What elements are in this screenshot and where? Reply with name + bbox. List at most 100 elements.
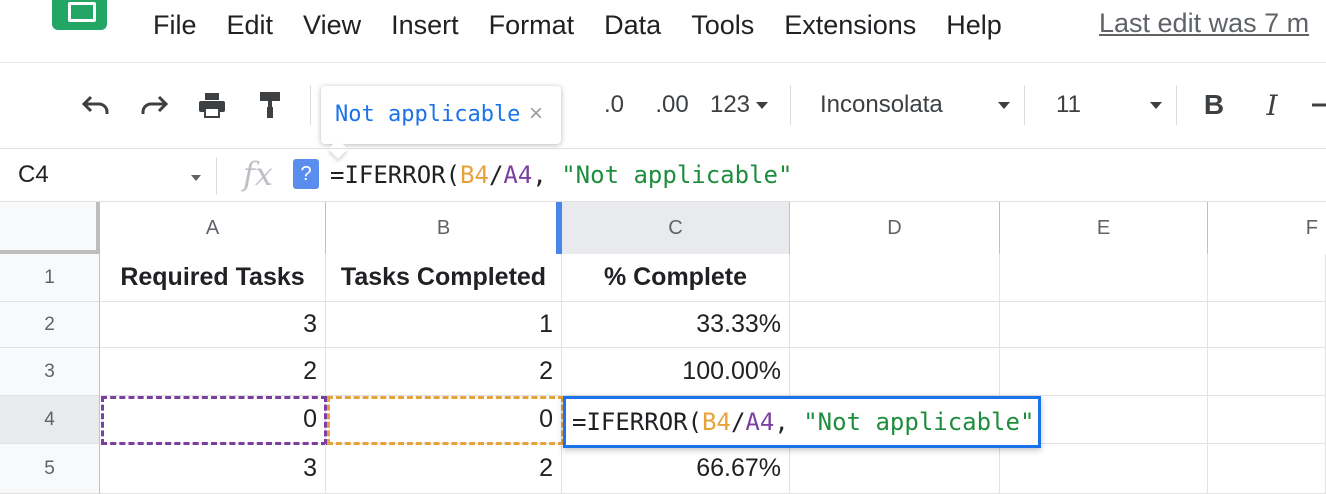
column-resize-handle[interactable] — [556, 202, 562, 254]
more-formats-button[interactable]: 123 — [704, 85, 774, 125]
tooltip-text: Not applicable — [335, 102, 521, 127]
reference-highlight-a4 — [101, 396, 327, 445]
menu-help[interactable]: Help — [931, 10, 1017, 41]
italic-button[interactable]: I — [1254, 85, 1290, 125]
cell-e2[interactable] — [1000, 302, 1208, 348]
cell-f3[interactable] — [1208, 348, 1326, 396]
cell-e5[interactable] — [1000, 444, 1208, 494]
column-header-e[interactable]: E — [1000, 202, 1208, 254]
menu-view[interactable]: View — [288, 10, 376, 41]
editor-prefix: =IFERROR( — [572, 408, 703, 436]
cell-b3[interactable]: 2 — [326, 348, 562, 396]
chevron-down-icon — [1150, 101, 1162, 109]
menu-extensions[interactable]: Extensions — [769, 10, 931, 41]
editor-operator: / — [730, 408, 746, 436]
toolbar: .0 .00 123 Inconsolata 11 B I — [0, 62, 1326, 146]
menu-format[interactable]: Format — [474, 10, 590, 41]
cell-editor-c4[interactable]: =IFERROR(B4/A4, "Not applicable" — [563, 396, 1041, 448]
strikethrough-icon[interactable] — [1310, 85, 1326, 125]
font-size-select[interactable]: 11 — [1056, 85, 1162, 125]
cell-b5[interactable]: 2 — [326, 444, 562, 494]
menu-tools[interactable]: Tools — [676, 10, 769, 41]
last-edit-link[interactable]: Last edit was 7 m — [1099, 8, 1326, 39]
increase-decimal-label: .00 — [655, 91, 689, 118]
formula-bar: C4 fx ? =IFERROR(B4/A4, "Not applicable" — [0, 148, 1326, 202]
cell-d3[interactable] — [790, 348, 1000, 396]
toolbar-divider — [1176, 85, 1177, 125]
cell-b2[interactable]: 1 — [326, 302, 562, 348]
formula-input[interactable]: =IFERROR(B4/A4, "Not applicable" — [330, 161, 792, 189]
formula-ref-b4: B4 — [460, 161, 489, 189]
cell-d2[interactable] — [790, 302, 1000, 348]
font-family-select[interactable]: Inconsolata — [820, 85, 1010, 125]
paint-format-icon[interactable] — [250, 85, 290, 125]
cell-b1[interactable]: Tasks Completed — [326, 254, 562, 302]
cell-a5[interactable]: 3 — [100, 444, 326, 494]
increase-decimal-button[interactable]: .00 — [648, 85, 696, 125]
select-all-corner[interactable] — [0, 202, 100, 254]
font-size-value: 11 — [1056, 91, 1081, 118]
cell-a2[interactable]: 3 — [100, 302, 326, 348]
menu-insert[interactable]: Insert — [376, 10, 474, 41]
formula-string: "Not applicable" — [561, 161, 793, 189]
column-header-c[interactable]: C — [562, 202, 790, 254]
row-header-1[interactable]: 1 — [0, 254, 100, 302]
formula-comma: , — [532, 161, 562, 189]
decrease-decimal-label: .0 — [603, 91, 624, 118]
cell-d5[interactable] — [790, 444, 1000, 494]
column-header-f-label: F — [1305, 217, 1318, 239]
name-box[interactable]: C4 — [18, 161, 49, 189]
cell-f5[interactable] — [1208, 444, 1326, 494]
formula-prefix: =IFERROR( — [330, 161, 461, 189]
chevron-down-icon — [756, 101, 769, 109]
formula-operator: / — [488, 161, 504, 189]
column-header-d[interactable]: D — [790, 202, 1000, 254]
cell-c3[interactable]: 100.00% — [562, 348, 790, 396]
menu-edit[interactable]: Edit — [212, 10, 289, 41]
fx-icon: fx — [243, 155, 273, 193]
cell-a3[interactable]: 2 — [100, 348, 326, 396]
formula-ref-a4: A4 — [503, 161, 533, 189]
formula-preview-tooltip: Not applicable × — [321, 86, 561, 144]
undo-icon[interactable] — [76, 85, 116, 125]
cell-a1[interactable]: Required Tasks — [100, 254, 326, 302]
formula-help-icon[interactable]: ? — [293, 159, 319, 189]
more-formats-label: 123 — [709, 91, 751, 118]
editor-string: "Not applicable" — [803, 408, 1035, 436]
redo-icon[interactable] — [134, 85, 174, 125]
menu-data[interactable]: Data — [589, 10, 676, 41]
decrease-decimal-button[interactable]: .0 — [594, 85, 634, 125]
chevron-down-icon[interactable] — [191, 175, 201, 181]
formula-bar-divider — [216, 157, 217, 195]
toolbar-divider — [1024, 85, 1025, 125]
cell-d1[interactable] — [790, 254, 1000, 302]
row-header-3[interactable]: 3 — [0, 348, 100, 396]
editor-ref-b4: B4 — [702, 408, 731, 436]
reference-highlight-b4 — [327, 396, 564, 445]
close-icon[interactable]: × — [529, 100, 543, 128]
chevron-down-icon — [998, 101, 1010, 109]
cell-e3[interactable] — [1000, 348, 1208, 396]
cell-c2[interactable]: 33.33% — [562, 302, 790, 348]
column-header-a[interactable]: A — [100, 202, 326, 254]
row-header-5[interactable]: 5 — [0, 444, 100, 494]
cell-f2[interactable] — [1208, 302, 1326, 348]
editor-ref-a4: A4 — [745, 408, 775, 436]
toolbar-divider — [790, 85, 791, 125]
cell-c5[interactable]: 66.67% — [562, 444, 790, 494]
toolbar-divider — [310, 85, 311, 125]
row-header-4[interactable]: 4 — [0, 396, 100, 444]
print-icon[interactable] — [192, 85, 232, 125]
editor-comma: , — [774, 408, 804, 436]
sheets-logo[interactable] — [52, 0, 107, 30]
bold-button[interactable]: B — [1196, 85, 1232, 125]
column-header-b[interactable]: B — [326, 202, 562, 254]
cell-c1[interactable]: % Complete — [562, 254, 790, 302]
menu-bar: File Edit View Insert Format Data Tools … — [138, 4, 1017, 46]
cell-f1[interactable] — [1208, 254, 1326, 302]
menu-file[interactable]: File — [138, 10, 212, 41]
cell-e1[interactable] — [1000, 254, 1208, 302]
cell-f4[interactable] — [1208, 396, 1326, 444]
row-header-2[interactable]: 2 — [0, 302, 100, 348]
column-header-f[interactable]: F — [1208, 202, 1326, 254]
